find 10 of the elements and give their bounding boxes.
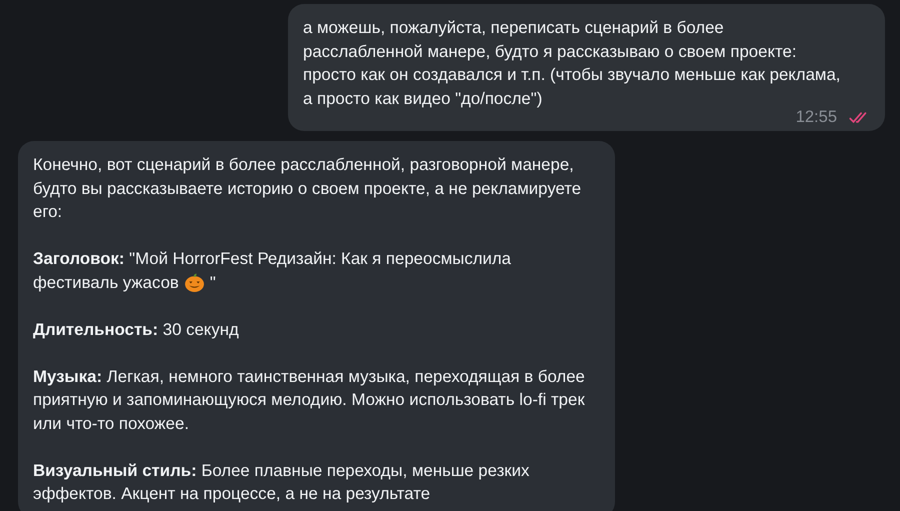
message-text: Длительность: 30 секунд [33,320,239,338]
message-text: фестиваль ужасов [33,272,179,294]
message-text: а можешь, пожалуйста, переписать сценарий в более расслабленной манере, будто я рассказываю о своем проекте: просто как он создавался и т.п. (чтобы звучало меньше как реклама, а просто как видео "до/после") [303,18,840,108]
message-time: 12:55 [796,107,837,127]
pumpkin-icon [184,272,205,293]
message-text: Конечно, вот сценарий в более расслабленной, разговорной манере, будто вы рассказываете историю о своем проекте, а не рекламируете его: [33,155,582,221]
message-text: " [210,272,216,294]
message-text: Визуальный стиль: Более плавные переходы, меньше резких эффектов. Акцент на процессе, а не на результате [33,460,530,503]
message-text: Музыка: Легкая, немного таинственная музыка, переходящая в более приятную и запоминающуюся мелодию. Можно использовать lo-fi трек или что-то похожее. [33,366,585,432]
message-text: Заголовок: "Мой HorrorFest Редизайн: Как я переосмыслила [33,248,512,270]
